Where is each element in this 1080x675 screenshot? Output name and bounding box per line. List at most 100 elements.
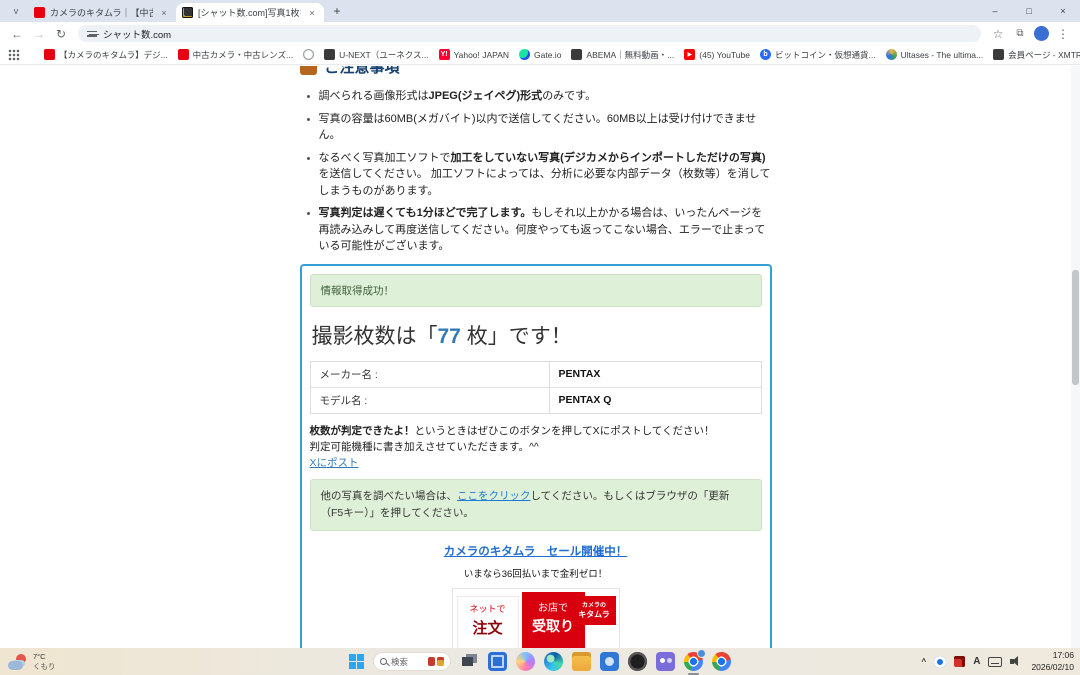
maker-value: PENTAX (549, 361, 761, 387)
minimize-button[interactable]: – (978, 0, 1012, 22)
close-icon[interactable]: × (158, 8, 170, 18)
bookmark-item[interactable]: Gate.io (515, 47, 565, 62)
shutter-site-favicon-icon (182, 7, 193, 18)
copilot-app-icon[interactable] (516, 652, 535, 671)
explorer-app-icon[interactable] (572, 652, 591, 671)
chrome-app-icon[interactable] (712, 652, 731, 671)
browser-toolbar: ← → ↻ シャット数.com ☆ ⧉ ⋮ (0, 22, 1080, 45)
bookmark-label: 【カメラのキタムラ】デジ... (59, 49, 168, 61)
chevron-up-icon[interactable]: ^ (922, 657, 927, 666)
ime-mode-indicator[interactable]: A (973, 656, 980, 667)
taskbar-apps (460, 652, 731, 671)
bookmarks-list: 【カメラのキタムラ】デジ... 中古カメラ・中古レンズ... U-NEXT（ユーネク… (40, 47, 1080, 63)
tab-shutter-count[interactable]: [シャット数.com]写真1枚をブラウザ × (176, 3, 324, 22)
maximize-button[interactable]: □ (1012, 0, 1046, 22)
tab-kitamura[interactable]: カメラのキタムラ｜【中古】コンパク × (28, 3, 176, 22)
search-icon (380, 658, 387, 665)
edge-app-icon[interactable] (544, 652, 563, 671)
bookmark-item[interactable]: U-NEXT（ユーネクス... (320, 47, 432, 63)
url-text: シャット数.com (103, 27, 171, 41)
scrollbar-thumb[interactable] (1072, 270, 1079, 385)
tab-strip: v カメラのキタムラ｜【中古】コンパク × [シャット数.com]写真1枚をブラ… (0, 0, 1080, 22)
search-highlight-icon (428, 657, 444, 666)
paint-app-icon[interactable] (600, 652, 619, 671)
bookmark-label: U-NEXT（ユーネクス... (339, 49, 428, 61)
bookmark-item[interactable] (299, 47, 318, 62)
bitcoin-favicon-icon: b (760, 49, 771, 60)
model-value: PENTAX Q (549, 387, 761, 413)
colorful-favicon-icon (886, 49, 897, 60)
shot-count-heading: 撮影枚数は「77 枚」です！ (312, 320, 760, 350)
address-bar[interactable]: シャット数.com (78, 25, 981, 42)
bookmark-item[interactable]: 【カメラのキタムラ】デジ... (40, 47, 172, 63)
weather-widget[interactable]: 7°C くもり (8, 652, 56, 672)
note-item: 調べられる画像形式はJPEG(ジェイペグ)形式のみです。 (319, 88, 772, 105)
camera-spec-table: メーカー名 : PENTAX モデル名 : PENTAX Q (310, 361, 762, 414)
x-post-link[interactable]: Xにポスト (310, 457, 359, 469)
forward-icon[interactable]: → (30, 25, 48, 43)
table-row: メーカー名 : PENTAX (310, 361, 761, 387)
bookmark-item[interactable]: 会員ページ - XMTRA... (989, 47, 1080, 63)
close-icon[interactable]: × (306, 8, 318, 18)
start-button[interactable] (349, 654, 364, 669)
x-post-block: 枚数が判定できたよ！というときはぜひこのボタンを押してXにポストしてください！ … (310, 423, 762, 472)
refresh-icon[interactable]: ↻ (52, 25, 70, 43)
people-app-icon[interactable] (656, 652, 675, 671)
bookmark-label: Yahoo! JAPAN (454, 50, 509, 60)
site-settings-icon[interactable] (87, 29, 97, 38)
bookmark-star-icon[interactable]: ☆ (989, 25, 1007, 43)
taskview-app-icon[interactable] (460, 652, 479, 671)
cut-section-heading: ご注意事項 (300, 66, 772, 79)
touch-keyboard-icon[interactable] (988, 657, 1002, 667)
kitamura-ad-banner[interactable]: ネットで 注文 お店で 受取り カメラの キタムラ カメラのキタ (452, 588, 620, 648)
note-item: 写真判定は遅くても1分ほどで完了します。もしそれ以上かかる場合は、いったんページ… (319, 205, 772, 255)
clock-app-icon[interactable] (628, 652, 647, 671)
youtube-favicon-icon: ▶ (684, 49, 695, 60)
tray-red-app-icon[interactable] (954, 656, 965, 667)
clock-time: 17:06 (1031, 650, 1074, 661)
taskbar-center: 検索 (349, 652, 731, 671)
yahoo-favicon-icon: Y! (439, 49, 450, 60)
section-heading-text: ご注意事項 (325, 66, 400, 77)
bookmark-label: (45) YouTube (699, 50, 750, 60)
bookmark-item[interactable]: ▶ (45) YouTube (680, 47, 754, 62)
result-box: 情報取得成功！ 撮影枚数は「77 枚」です！ メーカー名 : PENTAX モデ… (300, 264, 772, 649)
click-here-link[interactable]: ここをクリック (457, 490, 531, 502)
menu-icon[interactable]: ⋮ (1054, 25, 1072, 43)
taskbar-clock[interactable]: 17:06 2026/02/10 (1031, 650, 1074, 672)
clock-date: 2026/02/10 (1031, 662, 1074, 673)
tab-search-icon[interactable]: v (6, 2, 26, 20)
volume-icon[interactable] (1010, 656, 1023, 667)
dark-favicon-icon (993, 49, 1004, 60)
bookmark-item[interactable]: ABEMA｜無料動画・... (567, 47, 678, 63)
bookmark-item[interactable]: 中古カメラ・中古レンズ... (174, 47, 297, 63)
profile-avatar[interactable] (1034, 26, 1049, 41)
red-favicon-icon (178, 49, 189, 60)
bookmark-item[interactable]: Y! Yahoo! JAPAN (435, 47, 513, 62)
back-icon[interactable]: ← (8, 25, 26, 43)
tray-blue-app-icon[interactable] (934, 656, 946, 668)
dark-favicon-icon (571, 49, 582, 60)
section-heading-icon (300, 66, 317, 75)
taskbar-search[interactable]: 検索 (373, 652, 451, 671)
bookmark-item[interactable]: Ultases - The ultima... (882, 47, 988, 62)
note-item: 写真の容量は60MB(メガバイト)以内で送信してください。60MB以上は受け付け… (319, 111, 772, 144)
kitamura-sale-link[interactable]: カメラのキタムラ セール開催中！ (444, 546, 627, 558)
page-scrollbar[interactable] (1071, 66, 1080, 648)
kitamura-logo: カメラの キタムラ (573, 596, 616, 625)
extensions-icon[interactable]: ⧉ (1011, 25, 1029, 43)
close-window-button[interactable]: × (1046, 0, 1080, 22)
bookmark-label: ビットコイン・仮想通貨... (775, 49, 876, 61)
dark-favicon-icon (324, 49, 335, 60)
taskbar: 7°C くもり 検索 ^ A 17:06 2026/02/10 (0, 648, 1080, 675)
chrome-app-icon[interactable] (684, 652, 703, 671)
weather-cloud-icon (8, 654, 28, 670)
red-favicon-icon (44, 49, 55, 60)
maker-label: メーカー名 : (310, 361, 549, 387)
new-tab-button[interactable]: + (328, 2, 346, 20)
shield-app-icon[interactable] (488, 652, 507, 671)
shot-count-value: 77 (438, 325, 461, 348)
apps-grid-icon[interactable] (8, 49, 20, 61)
table-row: モデル名 : PENTAX Q (310, 387, 761, 413)
bookmark-item[interactable]: b ビットコイン・仮想通貨... (756, 47, 880, 63)
